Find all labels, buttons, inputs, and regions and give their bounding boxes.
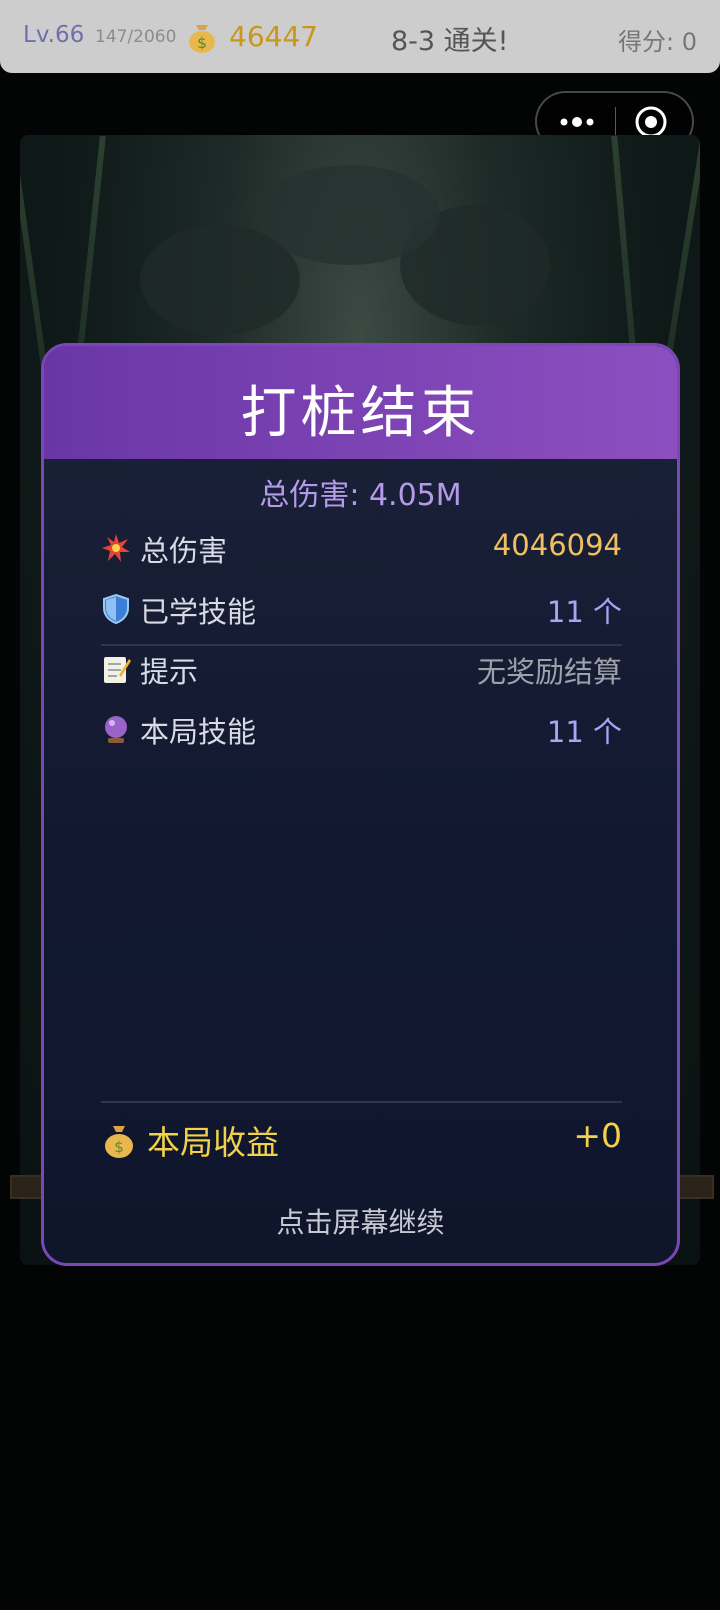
svg-text:$: $ xyxy=(114,1138,124,1156)
divider xyxy=(101,644,622,646)
explosion-icon xyxy=(102,534,130,562)
stat-row-learned-skills: 已学技能 11 个 xyxy=(101,589,622,633)
earnings-value: +0 xyxy=(573,1116,622,1155)
row-label: 提示 xyxy=(140,655,199,689)
row-label: 总伤害 xyxy=(140,534,228,568)
damage-summary: 总伤害: 4.05M xyxy=(259,478,462,513)
stat-row-hint: 提示 无奖励结算 xyxy=(101,649,622,693)
more-options-icon[interactable] xyxy=(555,107,599,137)
earnings-label: 本局收益 xyxy=(147,1123,279,1162)
stat-row-session-skills: 本局技能 11 个 xyxy=(101,709,622,753)
row-label: 本局技能 xyxy=(140,715,257,749)
tap-to-continue-hint[interactable]: 点击屏幕继续 xyxy=(44,1201,677,1241)
shield-icon xyxy=(103,593,129,625)
earnings-row: $ 本局收益 +0 xyxy=(101,1116,622,1166)
svg-text:$: $ xyxy=(197,34,207,52)
panel-title: 打桩结束 xyxy=(240,381,481,446)
scene-shrine xyxy=(260,165,440,265)
gold-amount: 46447 xyxy=(229,20,319,53)
row-label: 已学技能 xyxy=(140,595,257,629)
score: 得分: 0 xyxy=(618,28,697,56)
hint-value: 无奖励结算 xyxy=(476,655,622,689)
session-skills-value: 11 个 xyxy=(546,715,622,749)
stage-status: 8-3 通关! xyxy=(391,26,509,57)
money-bag-icon: $ xyxy=(105,1126,133,1158)
total-damage-value: 4046094 xyxy=(492,528,622,562)
money-bag-icon: $ xyxy=(189,25,215,53)
crystal-ball-icon xyxy=(105,716,127,743)
top-status-bar: Lv.66 147/2060 $ 46447 8-3 通关! 得分: 0 xyxy=(0,0,720,73)
player-level: Lv.66 xyxy=(23,22,85,48)
memo-icon xyxy=(104,657,131,683)
result-panel[interactable]: 打桩结束 总伤害: 4.05M 总伤害 4046094 已学技能 11 个 提示… xyxy=(41,343,680,1266)
panel-header: 打桩结束 xyxy=(44,346,677,459)
experience-progress: 147/2060 xyxy=(95,27,177,47)
learned-skills-value: 11 个 xyxy=(546,595,622,629)
divider xyxy=(101,1101,622,1103)
stat-row-total-damage: 总伤害 4046094 xyxy=(101,528,622,572)
